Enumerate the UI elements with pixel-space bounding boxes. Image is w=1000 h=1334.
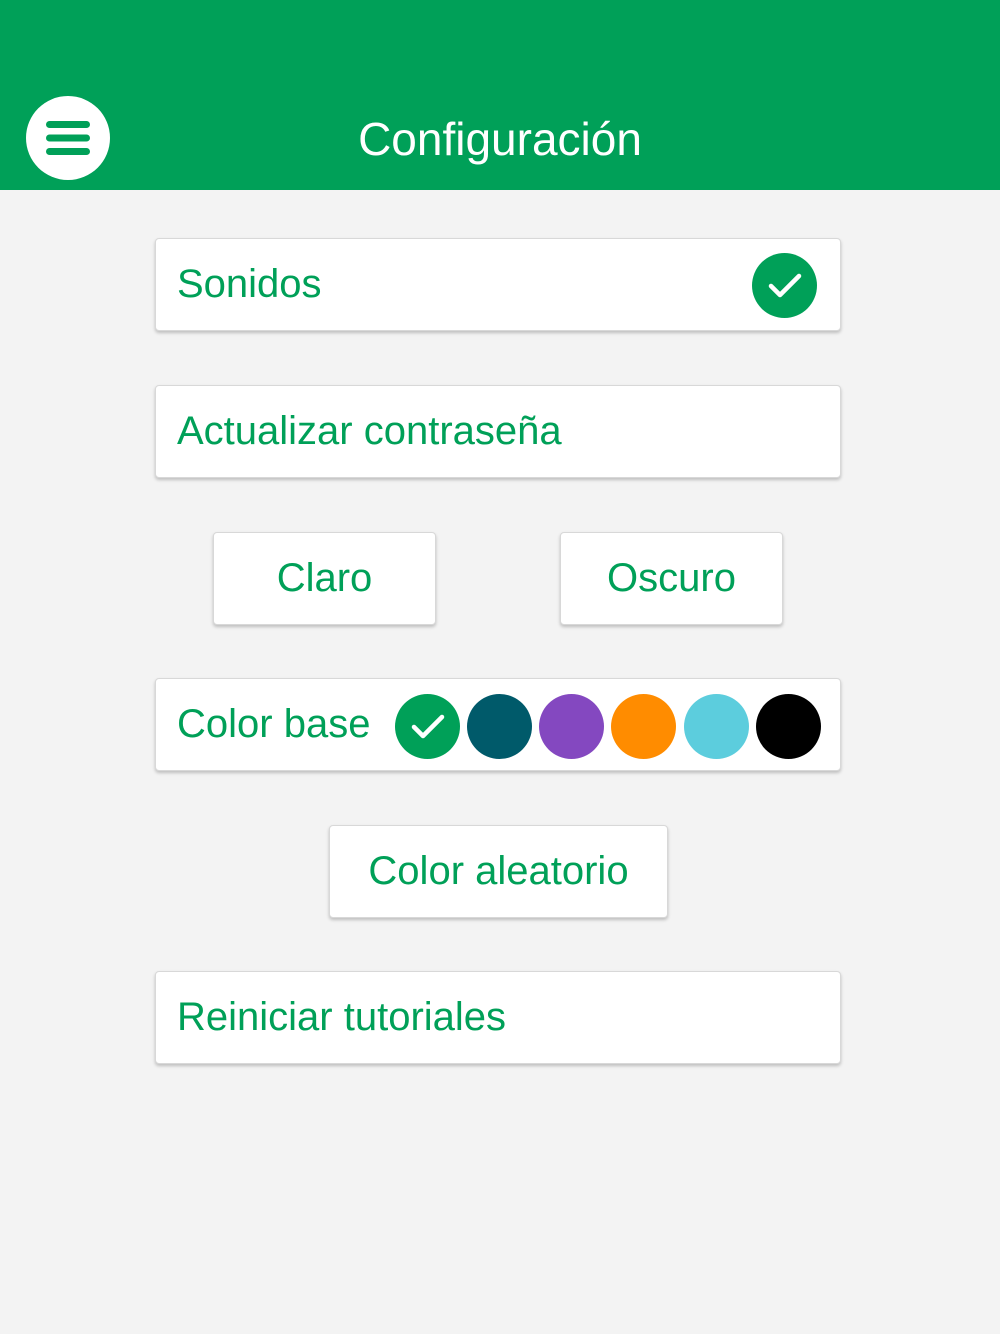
base-color-label: Color base [177,702,371,746]
checkmark-icon [768,273,801,297]
light-theme-button[interactable]: Claro [213,532,436,625]
checkmark-icon [411,714,444,738]
dark-theme-button[interactable]: Oscuro [560,532,783,625]
page-title: Configuración [358,113,642,165]
color-swatch-teal[interactable] [467,694,532,759]
sounds-toggle[interactable] [752,253,817,318]
color-swatch-cyan[interactable] [684,694,749,759]
color-swatch-green[interactable] [395,694,460,759]
light-theme-label: Claro [276,556,373,600]
sounds-label: Sonidos [177,262,322,306]
sounds-setting[interactable]: Sonidos [155,238,841,331]
random-color-button[interactable]: Color aleatorio [329,825,668,918]
update-password-button[interactable]: Actualizar contraseña [155,385,841,478]
update-password-label: Actualizar contraseña [177,409,562,453]
color-swatch-black[interactable] [756,694,821,759]
dark-theme-label: Oscuro [607,556,736,600]
reset-tutorials-label: Reiniciar tutoriales [177,995,507,1039]
color-swatch-purple[interactable] [539,694,604,759]
reset-tutorials-button[interactable]: Reiniciar tutoriales [155,971,841,1064]
app-header: Configuración [0,0,1000,190]
color-swatch-orange[interactable] [611,694,676,759]
base-color-setting: Color base [155,678,841,771]
random-color-label: Color aleatorio [368,849,629,893]
